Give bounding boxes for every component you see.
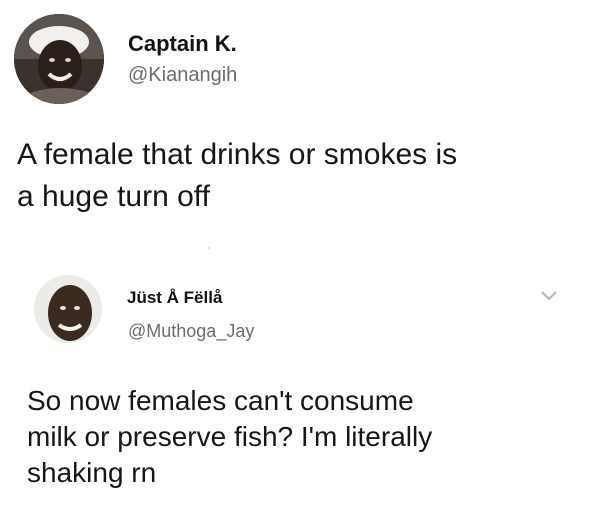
username-handle[interactable]: @Kianangih [128,64,237,87]
tweet-text: So now females can't consume milk or pre… [27,385,433,488]
original-tweet: Captain K. @Kianangih A female that drin… [0,0,593,250]
username-handle[interactable]: @Muthoga_Jay [128,321,254,342]
tweet-text: A female that drinks or smokes is a huge… [17,138,458,213]
avatar[interactable] [14,14,104,104]
reply-tweet: Jüst Å Fëllå @Muthoga_Jay So now females… [0,258,593,528]
profile-photo-icon [34,275,102,343]
display-name[interactable]: Jüst Å Fëllå [127,288,222,308]
separator-dot [208,247,210,249]
chevron-down-icon[interactable] [540,290,558,302]
display-name[interactable]: Captain K. [128,31,237,57]
profile-photo-icon [14,14,104,104]
avatar[interactable] [34,275,102,343]
